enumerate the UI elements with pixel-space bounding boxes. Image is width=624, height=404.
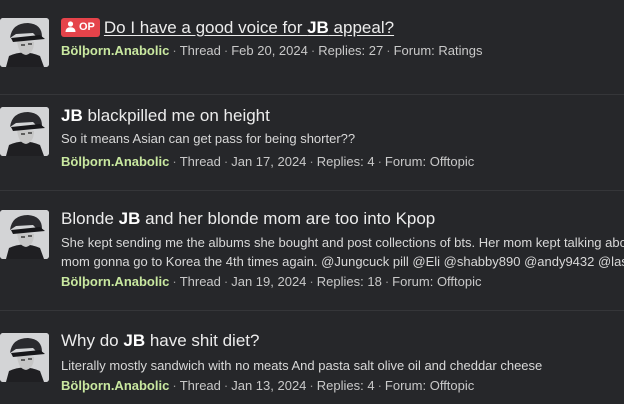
search-result: JB blackpilled me on height So it means … (0, 95, 624, 191)
result-title[interactable]: Why do JB have shit diet? (61, 330, 259, 352)
result-meta: Bölþorn.Anabolic · Thread · Jan 19, 2024 · Rep… (61, 272, 482, 291)
separator: · (223, 378, 229, 393)
result-title-link[interactable]: JB blackpilled me on height (61, 106, 270, 125)
reply-count: Replies: 4 (316, 154, 375, 169)
title-text: appeal? (328, 18, 395, 37)
result-title[interactable]: OP Do I have a good voice for JB appeal? (61, 17, 394, 39)
separator: · (377, 154, 382, 169)
reply-count: Replies: 4 (316, 378, 375, 393)
forum-link[interactable]: Forum: Offtopic (385, 154, 474, 169)
separator: · (377, 378, 382, 393)
result-title[interactable]: JB blackpilled me on height (61, 105, 270, 127)
result-meta: Bölþorn.Anabolic · Thread · Jan 13, 2024 · Rep… (61, 376, 474, 395)
reply-count: Replies: 18 (316, 274, 382, 289)
separator: · (172, 43, 177, 58)
title-highlight: JB (307, 18, 329, 37)
content-type: Thread (179, 154, 221, 169)
op-badge: OP (61, 18, 100, 37)
result-snippet: Literally mostly sandwich with no meats … (61, 358, 543, 373)
title-highlight: JB (118, 209, 141, 228)
search-result: Why do JB have shit diet? Literally most… (0, 311, 624, 404)
result-title-link[interactable]: Do I have a good voice for JB appeal? (104, 18, 394, 37)
result-snippet: So it means Asian can get pass for being… (61, 131, 356, 146)
result-title[interactable]: Blonde JB and her blonde mom are too int… (61, 208, 435, 230)
title-text: have shit diet? (145, 331, 260, 350)
username-link[interactable]: Bölþorn.Anabolic (61, 274, 169, 289)
user-avatar-icon[interactable] (0, 18, 49, 67)
separator: · (223, 274, 229, 289)
result-snippet: mom gonna go to Korea the 4th times agai… (61, 254, 624, 269)
post-date: Jan 13, 2024 (231, 378, 307, 393)
search-result: Blonde JB and her blonde mom are too int… (0, 191, 624, 311)
username-link[interactable]: Bölþorn.Anabolic (61, 378, 169, 393)
op-badge-label: OP (79, 21, 95, 33)
title-text: Do I have a good voice for (103, 18, 308, 37)
result-meta: Bölþorn.Anabolic · Thread · Jan 17, 2024 · Rep… (61, 152, 474, 171)
title-text: Blonde (61, 209, 119, 228)
post-date: Jan 17, 2024 (231, 154, 307, 169)
user-icon (65, 21, 76, 32)
separator: · (309, 378, 314, 393)
result-meta: Bölþorn.Anabolic · Thread · Feb 20, 2024 · Rep… (61, 41, 482, 60)
separator: · (223, 43, 229, 58)
separator: · (223, 154, 229, 169)
content-type: Thread (179, 274, 221, 289)
separator: · (309, 154, 314, 169)
user-avatar-icon[interactable] (0, 210, 49, 259)
separator: · (172, 154, 177, 169)
post-date: Jan 19, 2024 (231, 274, 307, 289)
result-snippet: She kept sending me the albums she bough… (61, 235, 624, 250)
post-date: Feb 20, 2024 (231, 43, 308, 58)
separator: · (310, 43, 316, 58)
title-text: and her blonde mom are too into Kpop (140, 209, 436, 228)
separator: · (309, 274, 314, 289)
result-title-link[interactable]: Why do JB have shit diet? (61, 331, 259, 350)
content-type: Thread (179, 43, 221, 58)
forum-link[interactable]: Forum: Offtopic (392, 274, 481, 289)
username-link[interactable]: Bölþorn.Anabolic (61, 43, 169, 58)
search-result: OP Do I have a good voice for JB appeal? … (0, 0, 624, 95)
content-type: Thread (179, 378, 221, 393)
username-link[interactable]: Bölþorn.Anabolic (61, 154, 169, 169)
title-text: Why do (61, 331, 124, 350)
user-avatar-icon[interactable] (0, 333, 49, 382)
title-highlight: JB (123, 331, 146, 350)
forum-link[interactable]: Forum: Offtopic (385, 378, 474, 393)
separator: · (172, 378, 177, 393)
title-highlight: JB (61, 106, 83, 125)
separator: · (172, 274, 177, 289)
separator: · (384, 274, 390, 289)
user-avatar-icon[interactable] (0, 107, 49, 156)
reply-count: Replies: 27 (318, 43, 384, 58)
separator: · (386, 43, 391, 58)
title-text: blackpilled me on height (82, 106, 270, 125)
search-results-list: OP Do I have a good voice for JB appeal? … (0, 0, 624, 404)
forum-link[interactable]: Forum: Ratings (394, 43, 483, 58)
result-title-link[interactable]: Blonde JB and her blonde mom are too int… (61, 209, 435, 228)
